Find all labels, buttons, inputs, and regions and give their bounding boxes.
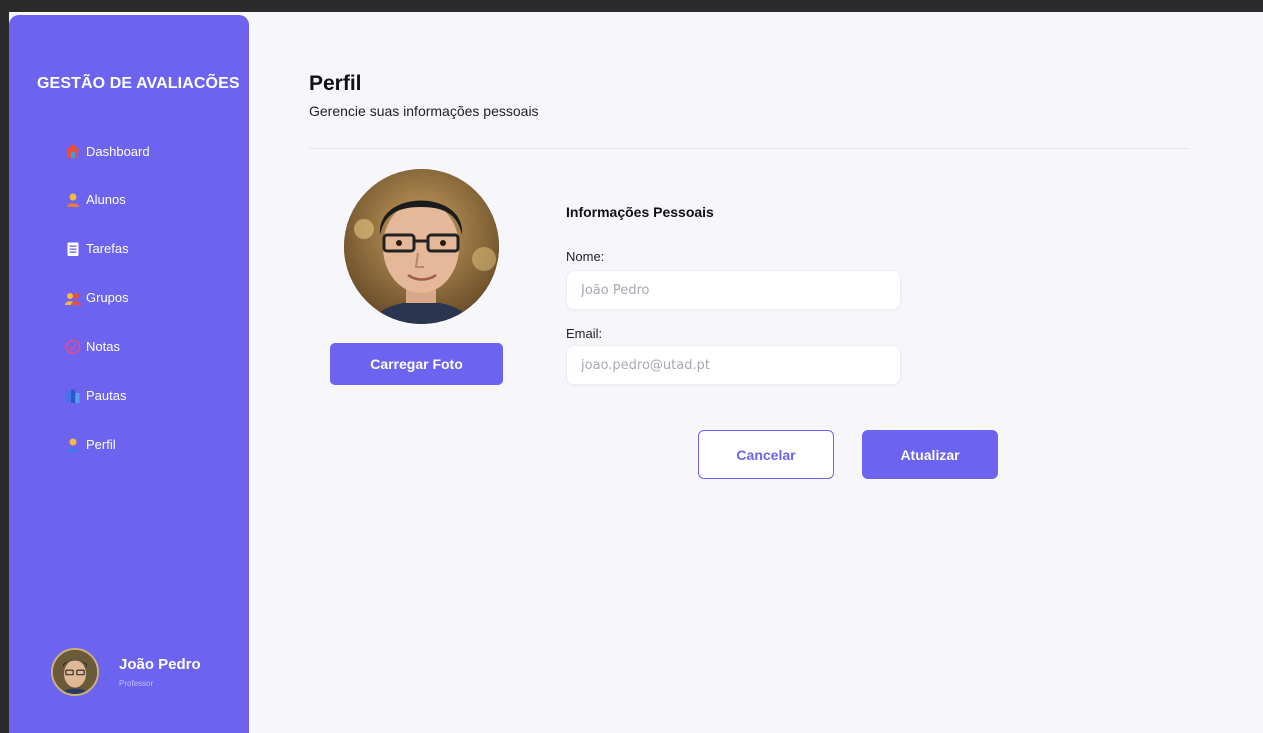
sidebar-item-dashboard[interactable]: Dashboard xyxy=(65,127,245,175)
window-frame-top xyxy=(0,0,1263,12)
sidebar-item-grupos[interactable]: Grupos xyxy=(65,273,245,322)
profile-role: Professor xyxy=(119,679,154,688)
sidebar-item-pautas[interactable]: Pautas xyxy=(65,371,245,420)
brand-title: GESTÃO DE AVALIACÕES xyxy=(37,75,240,92)
profile-name: João Pedro xyxy=(119,656,201,673)
update-button[interactable]: Atualizar xyxy=(862,430,998,479)
name-label: Nome: xyxy=(566,249,605,264)
student-icon xyxy=(65,192,81,208)
sidebar-item-alunos[interactable]: Alunos xyxy=(65,175,245,224)
sidebar-item-label: Notas xyxy=(86,339,120,354)
group-icon xyxy=(65,290,81,306)
sidebar-item-label: Perfil xyxy=(86,437,116,452)
upload-photo-button[interactable]: Carregar Foto xyxy=(330,343,503,385)
cancel-button[interactable]: Cancelar xyxy=(698,430,834,479)
app-root: GESTÃO DE AVALIACÕES Dashboard Alunos Ta… xyxy=(9,12,1263,733)
avatar xyxy=(51,648,99,696)
sidebar-item-label: Pautas xyxy=(86,388,127,403)
profile-info: João Pedro Professor xyxy=(119,656,201,688)
clipboard-icon xyxy=(65,241,81,257)
sidebar-item-label: Dashboard xyxy=(86,143,150,159)
sidebar-item-tarefas[interactable]: Tarefas xyxy=(65,224,245,273)
profile-photo xyxy=(344,169,499,324)
sidebar: GESTÃO DE AVALIACÕES Dashboard Alunos Ta… xyxy=(9,15,249,733)
window-frame-left xyxy=(0,0,9,733)
sidebar-item-label: Grupos xyxy=(86,290,129,305)
name-field[interactable] xyxy=(566,270,901,310)
page-title: Perfil xyxy=(309,72,362,95)
user-profile[interactable]: João Pedro Professor xyxy=(51,648,201,696)
grade-icon xyxy=(65,339,81,355)
divider xyxy=(309,148,1189,149)
person-icon xyxy=(65,437,81,453)
email-label: Email: xyxy=(566,326,603,341)
sidebar-item-notas[interactable]: Notas xyxy=(65,322,245,371)
sidebar-item-label: Alunos xyxy=(86,192,126,207)
sidebar-nav: Dashboard Alunos Tarefas Grupos Notas Pa… xyxy=(65,127,245,469)
sidebar-item-perfil[interactable]: Perfil xyxy=(65,420,245,469)
page-subtitle: Gerencie suas informações pessoais xyxy=(309,103,539,119)
sidebar-item-label: Tarefas xyxy=(86,241,129,256)
house-icon xyxy=(65,143,81,159)
email-field[interactable] xyxy=(566,345,901,385)
books-icon xyxy=(65,388,81,404)
section-title: Informações Pessoais xyxy=(566,204,714,220)
main-content: Perfil Gerencie suas informações pessoai… xyxy=(249,12,1263,733)
